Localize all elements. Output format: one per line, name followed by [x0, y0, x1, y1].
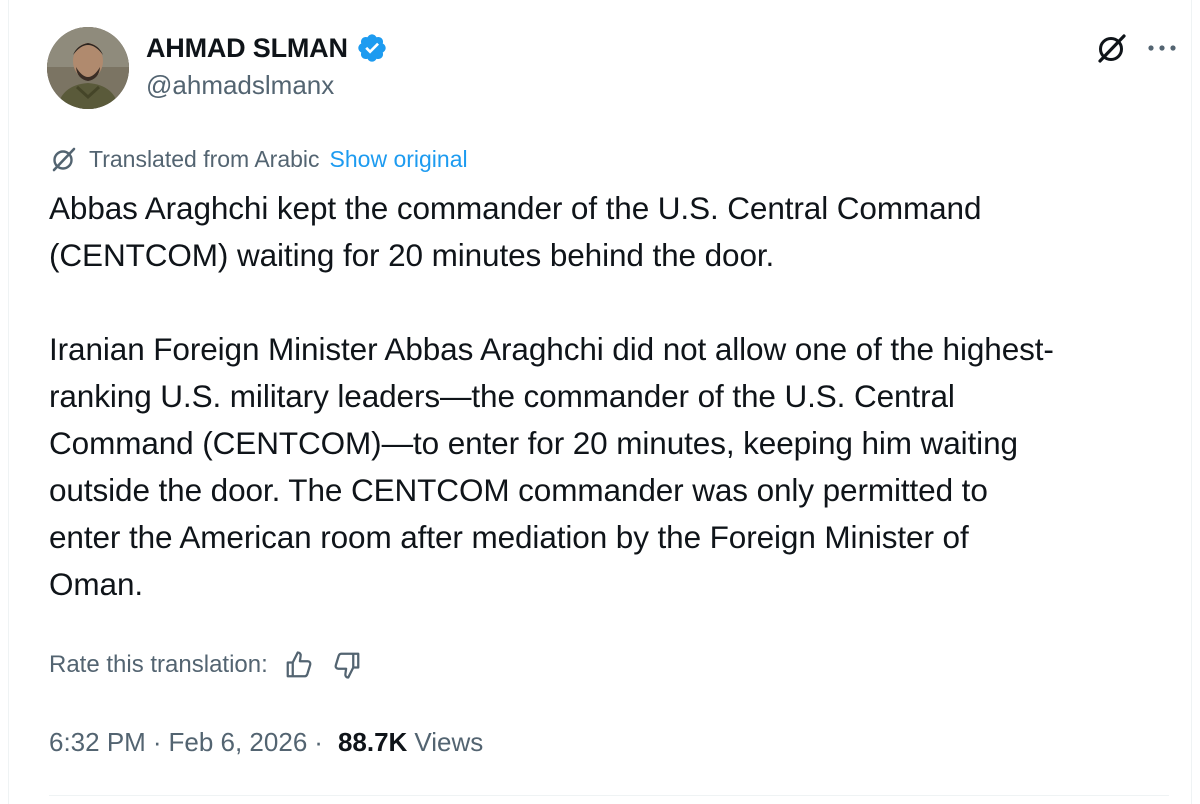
author-handle[interactable]: @ahmadslmanx	[146, 70, 334, 101]
grok-button[interactable]	[1092, 28, 1132, 68]
thumbs-up-icon	[286, 651, 312, 678]
author-display-name[interactable]: AHMAD SLMAN	[146, 33, 348, 64]
thumbs-down-icon	[334, 652, 360, 679]
rate-translation-label: Rate this translation:	[49, 651, 268, 678]
more-button[interactable]	[1142, 28, 1182, 68]
grok-icon	[1098, 34, 1126, 63]
divider	[49, 795, 1169, 796]
translated-from-label: Translated from Arabic	[89, 145, 320, 172]
grok-icon	[52, 147, 76, 172]
tweet-card: AHMAD SLMAN @ahmadslmanx Translated from…	[8, 0, 1192, 804]
thumbs-down-button[interactable]	[330, 648, 364, 682]
author-name-row[interactable]: AHMAD SLMAN	[146, 30, 388, 66]
tweet-text: Abbas Araghchi kept the commander of the…	[49, 190, 1054, 602]
tweet-meta: 6:32 PM · Feb 6, 2026 · 88.7K Views	[49, 722, 483, 762]
more-horizontal-icon	[1148, 45, 1176, 51]
views-count[interactable]: 88.7K	[338, 727, 407, 758]
meta-separator: ·	[314, 726, 323, 757]
rate-translation: Rate this translation:	[49, 645, 364, 685]
tweet-time[interactable]: 6:32 PM	[49, 727, 146, 758]
avatar[interactable]	[47, 27, 129, 109]
thumbs-up-button[interactable]	[282, 648, 316, 682]
meta-separator: ·	[152, 726, 162, 757]
verified-badge-icon	[358, 34, 386, 62]
show-original-link[interactable]: Show original	[330, 146, 468, 173]
translation-notice: Translated from Arabic Show original	[49, 143, 468, 175]
views-label: Views	[414, 726, 484, 757]
tweet-date[interactable]: Feb 6, 2026	[169, 727, 308, 758]
